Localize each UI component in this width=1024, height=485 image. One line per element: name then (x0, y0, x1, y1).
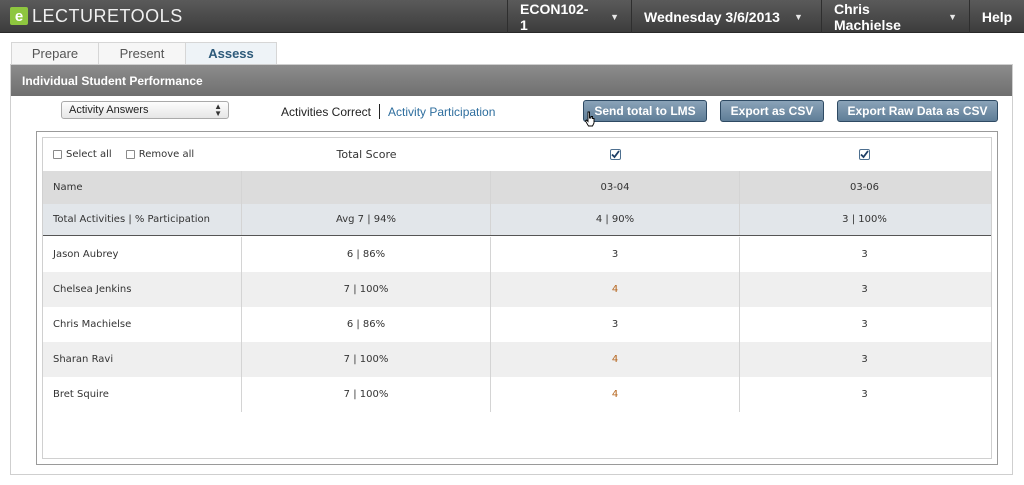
view-activity-participation[interactable]: Activity Participation (388, 105, 495, 119)
tab-present[interactable]: Present (98, 42, 186, 64)
performance-table: Select all Remove all Total Score Name 0… (42, 137, 992, 459)
student-score-date-1: 4 (491, 377, 740, 412)
student-total: 7 | 100% (242, 377, 491, 412)
total-score-label: Total Score (336, 148, 397, 161)
logo[interactable]: e LECTURETOOLS (10, 6, 183, 26)
student-score-date-1: 4 (491, 342, 740, 377)
hand-cursor-icon (584, 111, 595, 127)
course-selector[interactable]: ECON102-1 ▼ (507, 0, 631, 33)
course-label: ECON102-1 (520, 0, 589, 33)
tab-prepare[interactable]: Prepare (11, 42, 99, 64)
table-controls-row: Select all Remove all Total Score (43, 138, 991, 171)
student-total: 7 | 100% (242, 272, 491, 307)
select-all[interactable]: Select all (53, 149, 112, 160)
student-score-date-1: 3 (491, 307, 740, 342)
main-tabs: Prepare Present Assess (11, 42, 277, 64)
totals-row: Total Activities | % Participation Avg 7… (43, 204, 991, 236)
table-row[interactable]: Chelsea Jenkins 7 | 100% 4 3 (43, 272, 991, 307)
select-value: Activity Answers (69, 104, 149, 116)
table-row[interactable]: Chris Machielse 6 | 86% 3 3 (43, 307, 991, 342)
student-total: 7 | 100% (242, 342, 491, 377)
user-menu[interactable]: Chris Machielse ▼ (821, 0, 969, 33)
remove-all-label: Remove all (138, 149, 195, 160)
table-row[interactable]: Sharan Ravi 7 | 100% 4 3 (43, 342, 991, 377)
chevron-down-icon: ▼ (948, 11, 957, 22)
select-arrows-icon: ▲ ▼ (214, 102, 222, 118)
student-score-date-1: 3 (491, 237, 740, 272)
remove-all[interactable]: Remove all (125, 149, 195, 160)
table-row[interactable]: Bret Squire 7 | 100% 4 3 (43, 377, 991, 412)
table-header-row: Name 03-04 03-06 (43, 171, 991, 204)
student-name: Chris Machielse (43, 307, 242, 342)
date-selector[interactable]: Wednesday 3/6/2013 ▼ (631, 0, 821, 33)
date-col-2-checkbox-cell (740, 138, 989, 171)
student-score-date-2: 3 (861, 389, 868, 400)
top-bar: e LECTURETOOLS ECON102-1 ▼ Wednesday 3/6… (0, 0, 1024, 33)
header-name[interactable]: Name (43, 171, 242, 204)
header-date-2[interactable]: 03-06 (740, 171, 989, 204)
select-controls: Select all Remove all (43, 138, 242, 171)
view-activities-correct[interactable]: Activities Correct (281, 105, 371, 119)
chevron-down-icon: ▼ (610, 11, 619, 22)
help-button[interactable]: Help (969, 0, 1024, 33)
tab-assess[interactable]: Assess (185, 42, 277, 64)
student-total: 6 | 86% (242, 307, 491, 342)
student-name: Jason Aubrey (43, 237, 242, 272)
chevron-down-icon: ▼ (793, 11, 803, 22)
student-name: Chelsea Jenkins (43, 272, 242, 307)
totals-label: Total Activities | % Participation (43, 204, 242, 235)
student-score-date-2: 3 (861, 284, 868, 295)
select-all-label: Select all (66, 149, 112, 160)
student-score-date-2: 3 (861, 319, 868, 330)
view-separator (379, 104, 381, 119)
date-label: Wednesday 3/6/2013 (644, 8, 780, 25)
data-type-select[interactable]: Activity Answers ▲ ▼ (61, 101, 229, 119)
export-raw-csv-button[interactable]: Export Raw Data as CSV (837, 100, 998, 122)
student-name: Bret Squire (43, 377, 242, 412)
student-name: Sharan Ravi (43, 342, 242, 377)
student-score-date-2: 3 (861, 249, 868, 260)
send-to-lms-button[interactable]: Send total to LMS (583, 100, 707, 122)
header-total[interactable] (242, 171, 491, 204)
user-name: Chris Machielse (834, 0, 901, 33)
date-col-1-checkbox-cell (491, 138, 740, 171)
student-score-date-1: 4 (491, 272, 740, 307)
student-total: 6 | 86% (242, 237, 491, 272)
totals-date-2: 3 | 100% (842, 214, 887, 225)
view-toggle: Activities Correct Activity Participatio… (281, 104, 495, 119)
export-csv-button[interactable]: Export as CSV (720, 100, 824, 122)
totals-date-1: 4 | 90% (491, 204, 740, 235)
totals-average: Avg 7 | 94% (242, 204, 491, 235)
header-date-1[interactable]: 03-04 (491, 171, 740, 204)
panel-title: Individual Student Performance (11, 65, 1012, 96)
logo-text: LECTURETOOLS (32, 5, 183, 26)
logo-icon: e (10, 7, 28, 25)
table-row[interactable]: Jason Aubrey 6 | 86% 3 3 (43, 237, 991, 272)
remove-all-checkbox[interactable] (125, 150, 135, 159)
checkbox-checked-icon[interactable] (610, 149, 621, 160)
student-score-date-2: 3 (861, 354, 868, 365)
checkbox-checked-icon[interactable] (859, 149, 870, 160)
select-all-checkbox[interactable] (53, 150, 62, 159)
